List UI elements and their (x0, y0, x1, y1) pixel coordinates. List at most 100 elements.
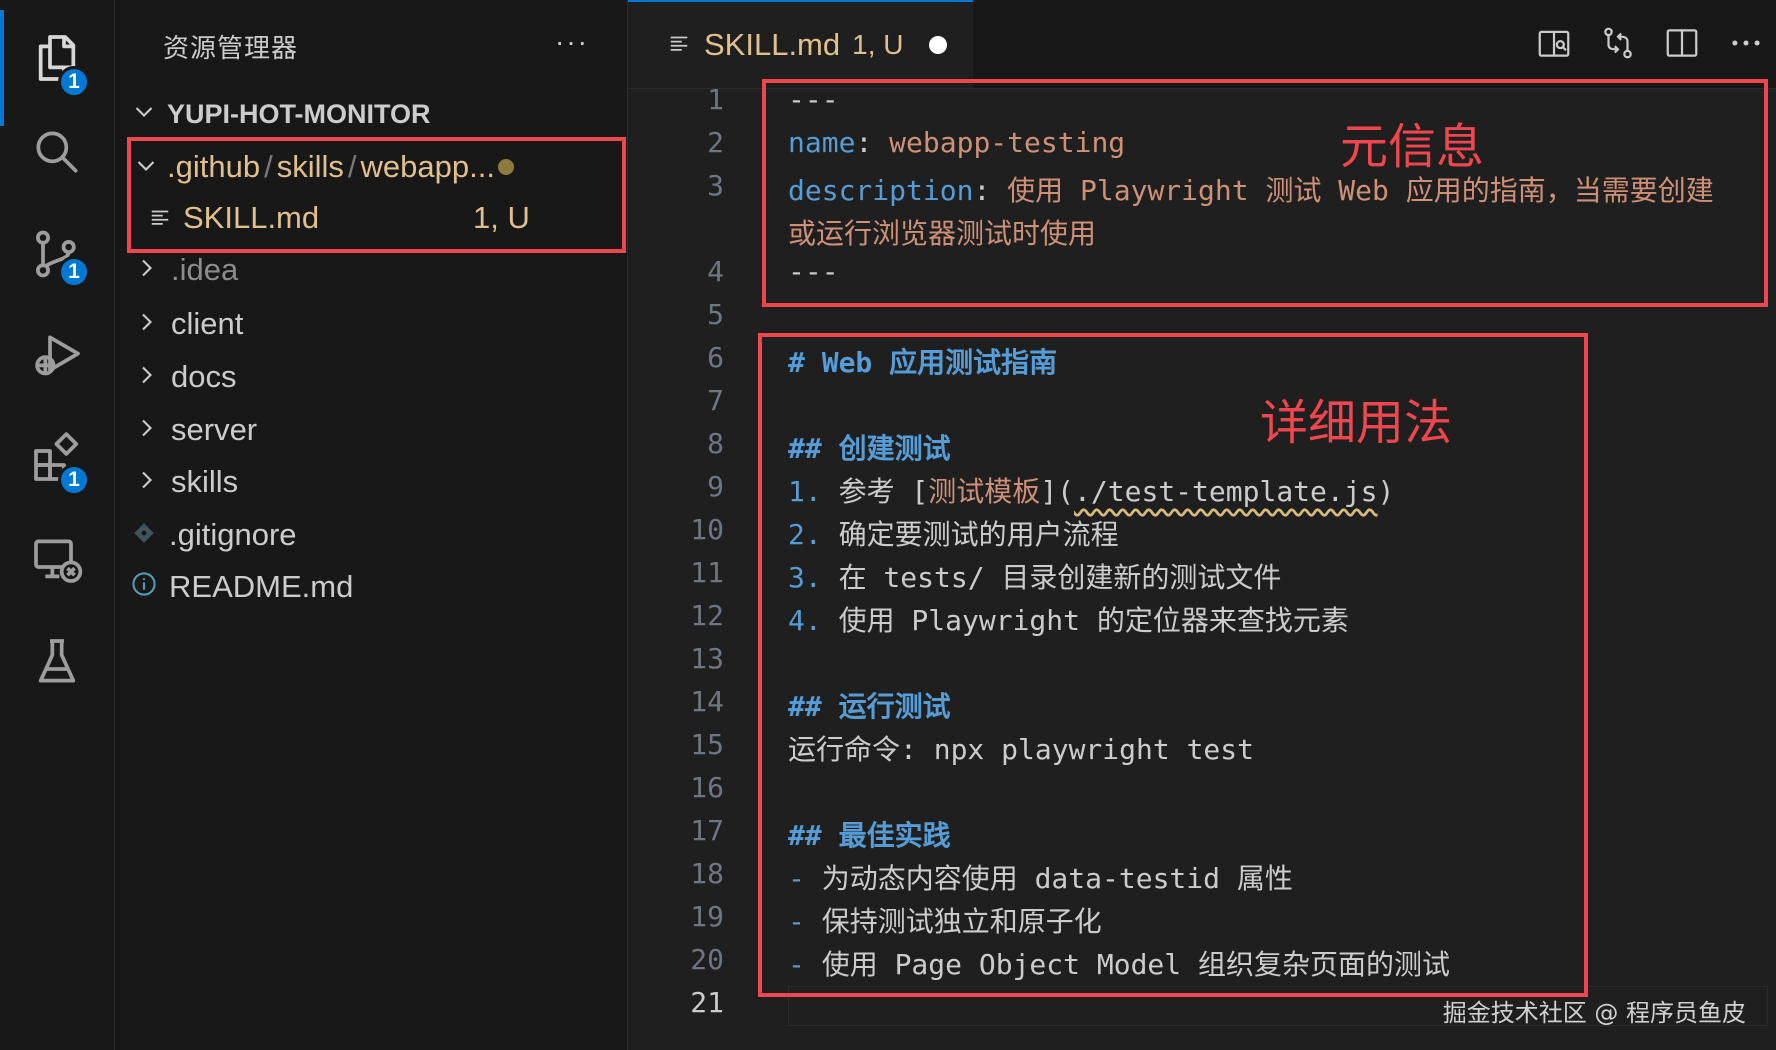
line-number-current: 21 (690, 986, 724, 1019)
file-label: .gitignore (169, 517, 297, 552)
code-line-6: # Web 应用测试指南 (788, 346, 1058, 379)
line-number: 9 (707, 470, 724, 503)
open-preview-button[interactable] (1534, 22, 1574, 64)
unsaved-dot-icon[interactable] (929, 36, 948, 54)
activity-bar: 1 1 1 (0, 0, 115, 1050)
code-editor[interactable]: 1 2 3 4 5 6 7 8 9 10 11 12 13 14 15 16 1… (628, 79, 1776, 1050)
chevron-down-icon (127, 99, 161, 130)
code-line-4: --- (788, 255, 839, 288)
source-control-badge: 1 (58, 256, 90, 288)
line-number: 15 (690, 728, 724, 761)
list-dash: - (788, 948, 805, 981)
tree-item-docs[interactable]: docs (115, 352, 627, 402)
folder-label: server (171, 412, 258, 447)
code-line-3: description: 使用 Playwright 测试 Web 应用的指南，… (788, 169, 1714, 209)
tree-item-server[interactable]: server (115, 405, 627, 455)
line-number: 8 (707, 427, 724, 460)
tab-bar: SKILL.md 1, U (628, 0, 1776, 89)
code-line-20: - 使用 Page Object Model 组织复杂页面的测试 (788, 943, 1450, 983)
run-debug-icon (29, 328, 85, 389)
line-number: 2 (707, 126, 724, 159)
code-text: ) (1377, 475, 1395, 508)
compare-changes-button[interactable] (1598, 22, 1638, 64)
usage-annotation: 详细用法 (1260, 395, 1453, 451)
split-editor-button[interactable] (1662, 22, 1702, 64)
more-actions-button[interactable] (1726, 22, 1766, 64)
extensions-activity[interactable]: 1 (0, 410, 114, 510)
line-number: 18 (690, 857, 724, 890)
tab-skill-md[interactable]: SKILL.md 1, U (628, 0, 973, 88)
tree-item-skill-md[interactable]: SKILL.md 1, U (115, 193, 627, 243)
list-dash: - (788, 905, 805, 938)
line-number: 17 (690, 814, 724, 847)
root-folder[interactable]: YUPI-HOT-MONITOR (127, 96, 431, 132)
more-icon (1732, 40, 1760, 46)
code-line-19: - 保持测试独立和原子化 (788, 900, 1102, 940)
code-line-12: 4. 使用 Playwright 的定位器来查找元素 (788, 599, 1349, 639)
link-text: 测试模板 (928, 475, 1041, 508)
line-number: 14 (690, 685, 724, 718)
preview-icon (1538, 30, 1570, 57)
code-line-2: name: webapp-testing (788, 126, 1125, 159)
chevron-right-icon (129, 359, 163, 395)
line-number: 16 (690, 771, 724, 804)
yaml-key: name (788, 126, 856, 159)
meta-annotation: 元信息 (1340, 119, 1485, 175)
line-number: 7 (707, 384, 724, 417)
code-text: 为动态内容使用 data-testid 属性 (804, 862, 1293, 895)
compare-icon (1604, 27, 1632, 59)
tree-item-gitignore[interactable]: .gitignore (115, 510, 627, 560)
link-url[interactable]: ./test-template.js (1074, 475, 1377, 508)
line-number: 6 (707, 341, 724, 374)
testing-activity[interactable] (0, 614, 114, 714)
folder-path-github: .github (167, 149, 261, 184)
line-number: 12 (690, 599, 724, 632)
explorer-activity[interactable]: 1 (0, 10, 114, 126)
line-number: 4 (707, 255, 724, 288)
split-editor-icon (1666, 29, 1698, 57)
markdown-file-icon (149, 200, 175, 236)
explorer-badge: 1 (58, 66, 90, 98)
code-line-1: --- (788, 83, 839, 116)
tree-item-client[interactable]: client (115, 299, 627, 349)
editor-actions (1534, 22, 1766, 64)
explorer-title: 资源管理器 (163, 33, 299, 63)
code-text: 参考 [ (821, 475, 929, 508)
line-number: 13 (690, 642, 724, 675)
yaml-colon: : (855, 126, 873, 159)
run-debug-activity[interactable] (0, 308, 114, 408)
list-number: 3. (788, 561, 822, 594)
code-line-11: 3. 在 tests/ 目录创建新的测试文件 (788, 556, 1281, 596)
remote-explorer-icon (29, 532, 85, 593)
line-number: 10 (690, 513, 724, 546)
code-line-3-wrap: 或运行浏览器测试时使用 (788, 217, 1097, 250)
more-actions-button[interactable]: ··· (555, 26, 589, 58)
folder-label: .idea (171, 252, 239, 287)
code-text: 使用 Page Object Model 组织复杂页面的测试 (804, 948, 1451, 981)
tree-item-readme[interactable]: README.md (115, 562, 627, 612)
yaml-key: description (788, 174, 974, 207)
code-text: 保持测试独立和原子化 (804, 905, 1102, 938)
tab-status: 1, U (852, 29, 904, 60)
line-number: 5 (707, 298, 724, 331)
folder-path-webapp: webapp... (360, 149, 495, 184)
folder-label: client (171, 306, 244, 341)
remote-explorer-activity[interactable] (0, 512, 114, 612)
source-control-activity[interactable]: 1 (0, 206, 114, 306)
list-dash: - (788, 862, 805, 895)
code-line-9: 1. 参考 [测试模板](./test-template.js) (788, 470, 1394, 510)
root-folder-label: YUPI-HOT-MONITOR (167, 98, 431, 129)
chevron-right-icon (129, 252, 163, 288)
file-label: README.md (169, 569, 354, 604)
search-activity[interactable] (0, 104, 114, 204)
line-number: 11 (690, 556, 724, 589)
tree-item-idea[interactable]: .idea (115, 245, 627, 295)
line-number: 19 (690, 900, 724, 933)
extensions-badge: 1 (58, 464, 90, 496)
file-name: SKILL.md (183, 200, 320, 235)
git-file-icon (127, 517, 161, 553)
search-icon (29, 124, 85, 185)
tree-item-webapp-folder[interactable]: .github / skills / webapp... (115, 142, 627, 192)
explorer-sidebar: 资源管理器 ··· YUPI-HOT-MONITOR .github / ski… (115, 0, 628, 1050)
tree-item-skills[interactable]: skills (115, 457, 627, 507)
